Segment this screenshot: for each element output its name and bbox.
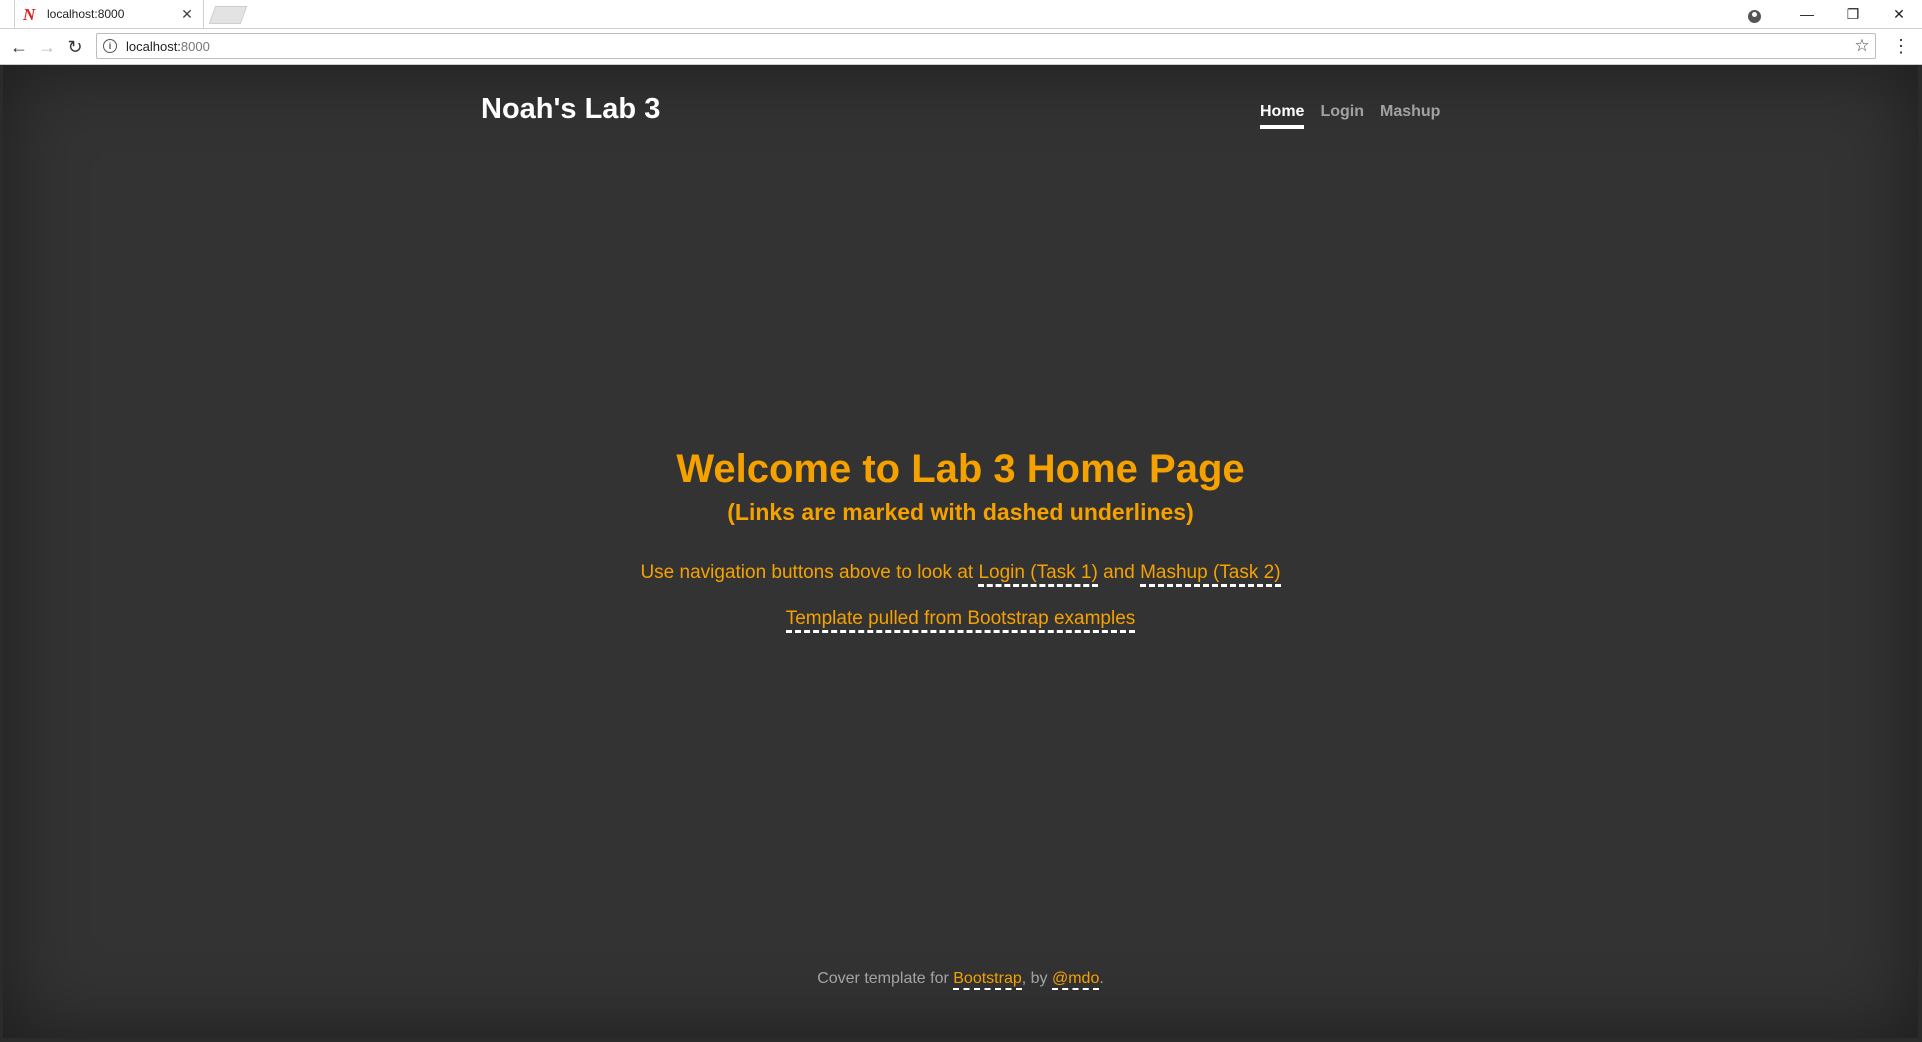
tab-title: localhost:8000 xyxy=(47,7,125,21)
footer-middle: , by xyxy=(1021,970,1052,987)
reload-icon[interactable]: ↻ xyxy=(64,36,86,58)
template-link[interactable]: Template pulled from Bootstrap examples xyxy=(785,608,1136,633)
login-link[interactable]: Login (Task 1) xyxy=(978,562,1098,587)
page-subtitle: (Links are marked with dashed underlines… xyxy=(727,499,1194,525)
template-paragraph: Template pulled from Bootstrap examples xyxy=(3,608,1918,633)
lead-paragraph: Use navigation buttons above to look at … xyxy=(3,562,1918,587)
author-link[interactable]: @mdo xyxy=(1051,970,1100,990)
footer-prefix: Cover template for xyxy=(817,970,954,987)
window-controls: — ❐ ✕ xyxy=(1784,0,1922,28)
forward-arrow-icon[interactable]: → xyxy=(36,36,58,58)
nav-mashup[interactable]: Mashup xyxy=(1380,103,1440,129)
footer-suffix: . xyxy=(1099,970,1104,987)
address-bar[interactable]: i localhost:8000 ☆ xyxy=(96,33,1876,59)
browser-tab[interactable]: N localhost:8000 ✕ xyxy=(14,0,204,28)
close-tab-icon[interactable]: ✕ xyxy=(179,6,195,23)
page-footer: Cover template for Bootstrap, by @mdo. xyxy=(3,970,1918,990)
url-text: localhost:8000 xyxy=(126,39,1849,54)
profile-icon[interactable] xyxy=(1748,10,1761,23)
url-port: 8000 xyxy=(180,38,210,54)
close-window-icon[interactable]: ✕ xyxy=(1876,0,1922,28)
site-brand: Noah's Lab 3 xyxy=(481,93,661,125)
bookmark-star-icon[interactable]: ☆ xyxy=(1849,36,1875,56)
page-viewport: Noah's Lab 3 Home Login Mashup Welcome t… xyxy=(3,65,1918,1038)
site-info-icon[interactable]: i xyxy=(103,39,117,53)
bootstrap-link[interactable]: Bootstrap xyxy=(953,970,1022,990)
browser-tabstrip: N localhost:8000 ✕ — ❐ ✕ xyxy=(0,0,1922,29)
main-nav: Home Login Mashup xyxy=(1260,103,1456,129)
new-tab-button[interactable] xyxy=(208,6,248,24)
page-title: Welcome to Lab 3 Home Page xyxy=(676,447,1245,491)
site-favicon-icon: N xyxy=(23,4,36,24)
lead-prefix: Use navigation buttons above to look at xyxy=(640,562,979,583)
minimize-icon[interactable]: — xyxy=(1784,0,1830,28)
nav-login[interactable]: Login xyxy=(1320,103,1364,129)
url-host: localhost: xyxy=(126,38,181,54)
cover-content: Welcome to Lab 3 Home Page (Links are ma… xyxy=(3,445,1918,633)
browser-menu-icon[interactable]: ⋮ xyxy=(1892,36,1910,58)
nav-home[interactable]: Home xyxy=(1260,103,1305,129)
lead-middle: and xyxy=(1097,562,1141,583)
back-arrow-icon[interactable]: ← xyxy=(8,36,30,58)
restore-icon[interactable]: ❐ xyxy=(1830,0,1876,28)
browser-toolbar: ← → ↻ i localhost:8000 ☆ ⋮ xyxy=(0,29,1922,65)
mashup-link[interactable]: Mashup (Task 2) xyxy=(1140,562,1281,587)
